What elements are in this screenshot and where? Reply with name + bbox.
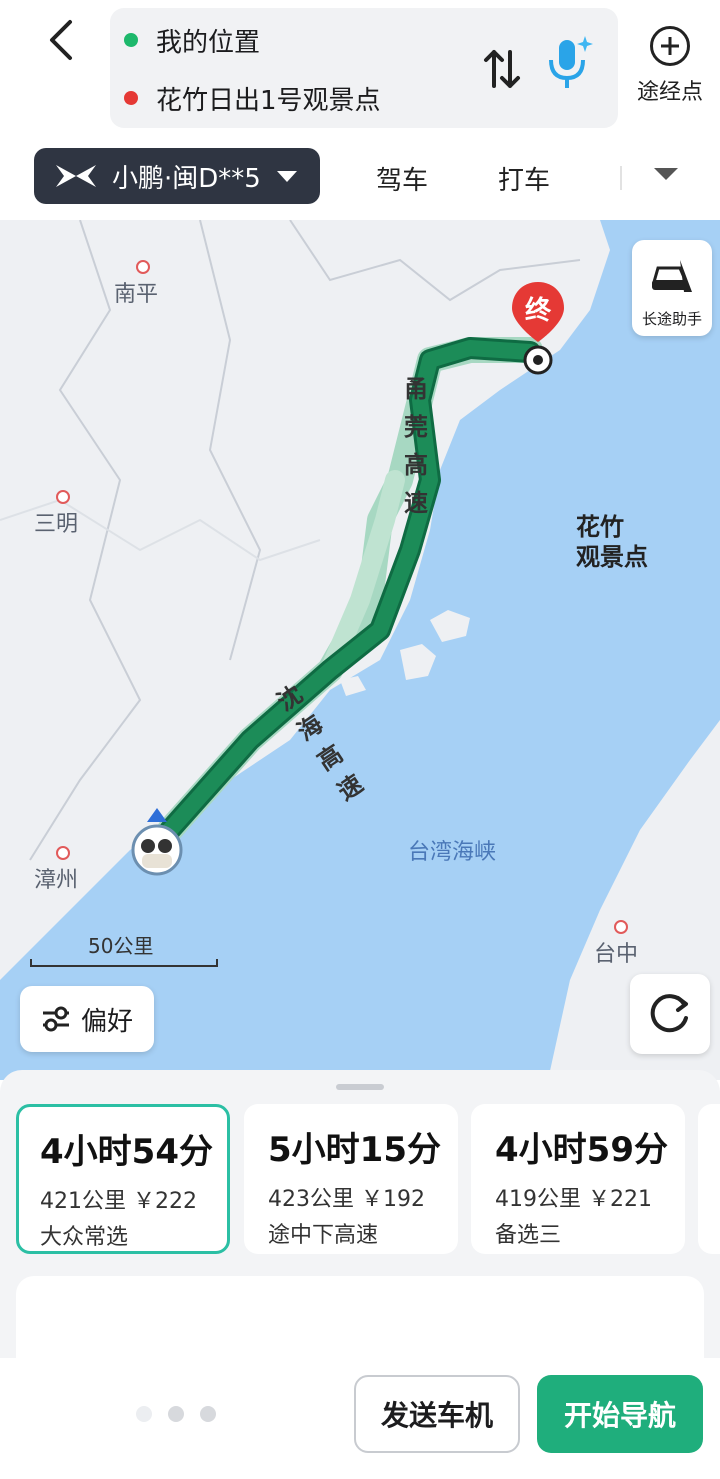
route-card-partial[interactable] — [698, 1104, 720, 1254]
origin-field[interactable]: 我的位置 — [124, 20, 260, 60]
send-to-car-button[interactable]: 发送车机 — [354, 1375, 520, 1453]
scale-text: 50公里 — [88, 934, 154, 958]
back-icon — [50, 20, 72, 60]
destination-map-label: 花竹 观景点 — [576, 513, 648, 571]
voice-button[interactable] — [545, 34, 593, 92]
sheet-handle[interactable] — [336, 1084, 384, 1090]
route-card[interactable]: 4小时59分 419公里 ￥221 备选三 — [471, 1104, 685, 1254]
road-label-yongguan: 甬莞高速 — [404, 375, 428, 517]
start-navigation-button[interactable]: 开始导航 — [537, 1375, 703, 1453]
destination-dot — [124, 91, 138, 105]
sea-label: 台湾海峡 — [408, 840, 497, 865]
scale-bar: 50公里 — [30, 930, 218, 967]
route-card[interactable]: 5小时15分 423公里 ￥192 途中下高速 — [244, 1104, 458, 1254]
page-indicator-dot — [136, 1406, 152, 1422]
sliders-icon — [42, 1006, 69, 1032]
route-card[interactable]: 4小时54分 421公里 ￥222 大众常选 — [16, 1104, 230, 1254]
plus-icon — [650, 26, 690, 66]
refresh-button[interactable] — [630, 974, 710, 1054]
preference-label: 偏好 — [80, 1006, 133, 1037]
tab-divider — [620, 166, 622, 190]
start-avatar-icon — [130, 808, 184, 878]
long-trip-label: 长途助手 — [641, 310, 702, 328]
tab-taxi[interactable]: 打车 — [498, 160, 550, 197]
tab-drive[interactable]: 驾车 — [376, 160, 428, 197]
mic-icon — [549, 36, 593, 88]
city-label: 漳州 — [34, 846, 78, 894]
origin-dot — [124, 33, 138, 47]
refresh-icon — [650, 994, 688, 1033]
city-label: 三明 — [34, 490, 78, 538]
page-indicator-dot — [200, 1406, 216, 1422]
page-indicator-dot — [168, 1406, 184, 1422]
city-label: 台中 — [594, 920, 638, 968]
map-view[interactable]: 南平 三明 漳州 台中 甬莞高速 沈海高速 台湾海峡 终 花竹 观景点 50公里 — [0, 220, 720, 1080]
end-marker-text: 终 — [524, 296, 551, 326]
car-icon — [652, 260, 692, 292]
destination-text: 花竹日出1号观景点 — [156, 85, 381, 116]
origin-text: 我的位置 — [156, 27, 261, 58]
end-pin-icon: 终 — [508, 280, 568, 378]
long-trip-assistant-button[interactable]: 长途助手 — [632, 240, 712, 336]
back-button[interactable] — [40, 18, 84, 62]
more-tabs-icon[interactable] — [654, 168, 678, 180]
destination-field[interactable]: 花竹日出1号观景点 — [124, 78, 381, 118]
vehicle-selector[interactable]: 小鹏·闽D**5 — [34, 148, 320, 204]
add-waypoint-button[interactable]: 途经点 — [628, 26, 712, 116]
vehicle-label: 小鹏·闽D**5 — [112, 163, 261, 194]
city-label: 南平 — [114, 260, 158, 308]
car-brand-icon — [56, 165, 96, 187]
preference-button[interactable]: 偏好 — [20, 986, 154, 1052]
swap-button[interactable] — [482, 46, 522, 92]
swap-icon — [484, 50, 520, 88]
waypoint-label: 途经点 — [636, 80, 703, 105]
route-input-box: 我的位置 花竹日出1号观景点 — [110, 8, 618, 128]
chevron-down-icon — [276, 170, 297, 182]
